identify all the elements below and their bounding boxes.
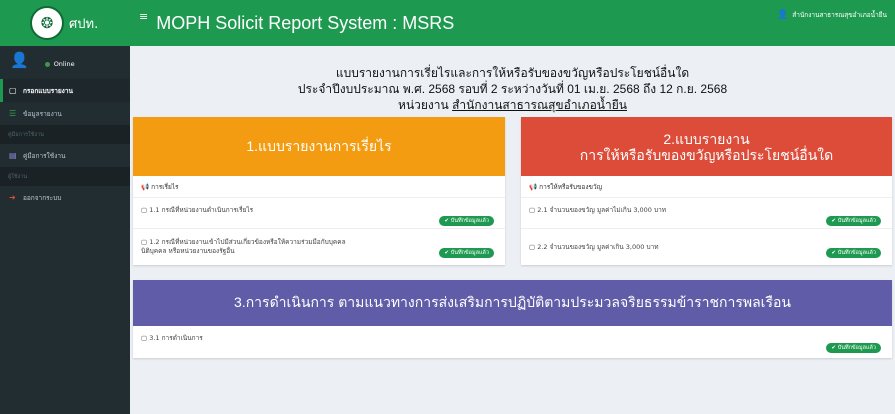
file-icon: ▢	[9, 86, 17, 95]
agency-name-link[interactable]: สำนักงานสาธารณสุขอำเภอน้ำยืน	[452, 98, 627, 112]
report-item-2-2[interactable]: ▢ 2.2 จำนวนของขวัญ มูลค่าเกิน 3,000 บาท …	[521, 229, 892, 264]
panel-gifts-title: 2.แบบรายงาน การให้หรือรับของขวัญหรือประโ…	[521, 117, 892, 176]
report-item-text: ▢ 2.1 จำนวนของขวัญ มูลค่าไม่เกิน 3,000 บ…	[529, 206, 667, 214]
saved-badge: ✔ บันทึกข้อมูลแล้ว	[439, 248, 494, 258]
brand-short-name: ศปท.	[69, 16, 99, 32]
book-icon: ▤	[9, 151, 17, 160]
panel-fundraising-subheading: 📢 การเรี่ยไร	[133, 176, 505, 198]
sidebar-item-fill-report[interactable]: ▢ กรอกแบบรายงาน	[0, 79, 130, 102]
royal-emblem-icon: ❂	[30, 6, 64, 40]
user-agency-name: สำนักงานสาธารณสุขอำเภอน้ำยืน	[792, 11, 887, 19]
list-icon: ☰	[9, 109, 17, 118]
report-heading: แบบรายงานการเรี่ยไรและการให้หรือรับของขว…	[130, 65, 895, 113]
report-title: แบบรายงานการเรี่ยไรและการให้หรือรับของขว…	[335, 66, 690, 80]
user-panel: 👤 Online	[0, 46, 130, 79]
report-item-3-1[interactable]: ▢ 3.1 การดำเนินการ ✔ บันทึกข้อมูลแล้ว	[133, 326, 892, 358]
sidebar-item-report-data[interactable]: ☰ ข้อมูลรายงาน	[0, 102, 130, 125]
report-period: ประจำปีงบประมาณ พ.ศ. 2568 รอบที่ 2 ระหว่…	[297, 82, 728, 96]
saved-badge: ✔ บันทึกข้อมูลแล้ว	[826, 248, 881, 258]
sidebar-item-logout[interactable]: ➜ ออกจากระบบ	[0, 186, 130, 209]
panel-gifts-title-line1: 2.แบบรายงาน	[663, 130, 750, 147]
sidebar: ❂ ศปท. 👤 Online ▢ กรอกแบบรายงาน ☰ ข้อมูล…	[0, 0, 130, 414]
panel-ethics: 3.การดำเนินการ ตามแนวทางการส่งเสริมการปฏ…	[133, 280, 892, 358]
user-icon: 👤	[777, 10, 789, 20]
menu-toggle-icon[interactable]: ≡	[139, 10, 148, 23]
report-item-1-2[interactable]: ▢ 1.2 กรณีที่หน่วยงานเข้าไปมีส่วนเกี่ยวข…	[133, 229, 505, 264]
agency-prefix: หน่วยงาน	[398, 98, 453, 112]
saved-badge: ✔ บันทึกข้อมูลแล้ว	[826, 216, 881, 226]
panel-gifts: 2.แบบรายงาน การให้หรือรับของขวัญหรือประโ…	[521, 117, 892, 265]
report-item-text: ▢ 1.1 กรณีที่หน่วยงานดำเนินการเรี่ยไร	[141, 206, 254, 214]
online-status: Online	[44, 60, 75, 68]
sidebar-header-users: ผู้ใช้งาน	[0, 167, 130, 186]
user-account-menu[interactable]: 👤 สำนักงานสาธารณสุขอำเภอน้ำยืน	[777, 10, 887, 20]
brand-logo[interactable]: ❂ ศปท.	[0, 0, 130, 46]
sign-out-icon: ➜	[9, 193, 16, 202]
online-dot-icon	[44, 61, 50, 67]
report-agency-line: หน่วยงาน สำนักงานสาธารณสุขอำเภอน้ำยืน	[130, 97, 895, 113]
user-avatar-icon: 👤	[10, 51, 29, 69]
top-navbar: ≡ MOPH Solicit Report System : MSRS 👤 สำ…	[130, 0, 895, 46]
saved-badge: ✔ บันทึกข้อมูลแล้ว	[826, 343, 881, 353]
report-item-1-1[interactable]: ▢ 1.1 กรณีที่หน่วยงานดำเนินการเรี่ยไร ✔ …	[133, 198, 505, 229]
sidebar-item-label: ข้อมูลรายงาน	[23, 109, 62, 118]
panel-gifts-title-line2: การให้หรือรับของขวัญหรือประโยชน์อื่นใด	[579, 146, 834, 163]
sidebar-header-manual: คู่มือการใช้งาน	[0, 125, 130, 144]
app-title: MOPH Solicit Report System : MSRS	[156, 12, 455, 33]
sidebar-item-label: กรอกแบบรายงาน	[23, 86, 73, 95]
online-label: Online	[53, 60, 75, 68]
sidebar-item-label: ออกจากระบบ	[23, 193, 62, 202]
sidebar-item-manual[interactable]: ▤ คู่มือการใช้งาน	[0, 144, 130, 167]
panel-gifts-subheading: 📢 การให้หรือรับของขวัญ	[521, 176, 892, 198]
report-item-text: ▢ 3.1 การดำเนินการ	[141, 334, 203, 342]
sidebar-item-label: คู่มือการใช้งาน	[23, 151, 66, 160]
report-item-2-1[interactable]: ▢ 2.1 จำนวนของขวัญ มูลค่าไม่เกิน 3,000 บ…	[521, 198, 892, 229]
panel-ethics-title: 3.การดำเนินการ ตามแนวทางการส่งเสริมการปฏ…	[133, 280, 892, 326]
panel-fundraising-title: 1.แบบรายงานการเรี่ยไร	[133, 117, 505, 176]
main-content: แบบรายงานการเรี่ยไรและการให้หรือรับของขว…	[130, 46, 895, 414]
panel-fundraising: 1.แบบรายงานการเรี่ยไร 📢 การเรี่ยไร ▢ 1.1…	[133, 117, 505, 265]
saved-badge: ✔ บันทึกข้อมูลแล้ว	[439, 216, 494, 226]
